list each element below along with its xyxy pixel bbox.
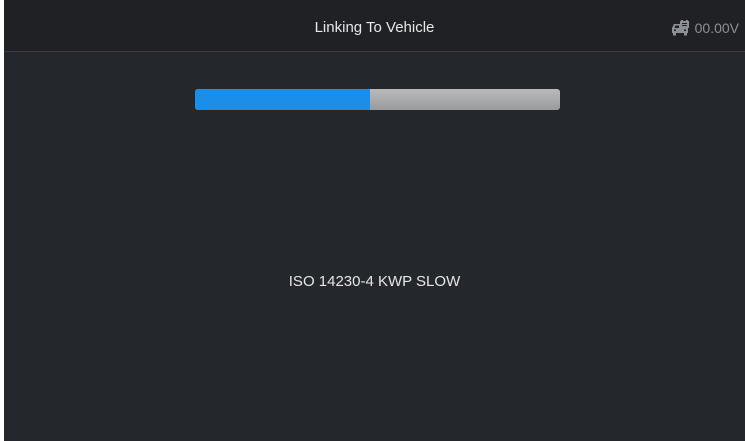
car-battery-icon xyxy=(670,20,690,36)
progress-bar xyxy=(195,89,560,110)
page-title: Linking To Vehicle xyxy=(314,19,435,36)
voltage-status: 00.00V xyxy=(670,0,739,52)
linking-screen: Linking To Vehicle 00.00V ISO 14230-4 KW… xyxy=(4,0,745,441)
protocol-status: ISO 14230-4 KWP SLOW xyxy=(288,273,461,290)
battery-voltage: 00.00V xyxy=(694,20,739,36)
title-bar: Linking To Vehicle 00.00V xyxy=(4,0,745,52)
progress-fill xyxy=(195,89,371,110)
